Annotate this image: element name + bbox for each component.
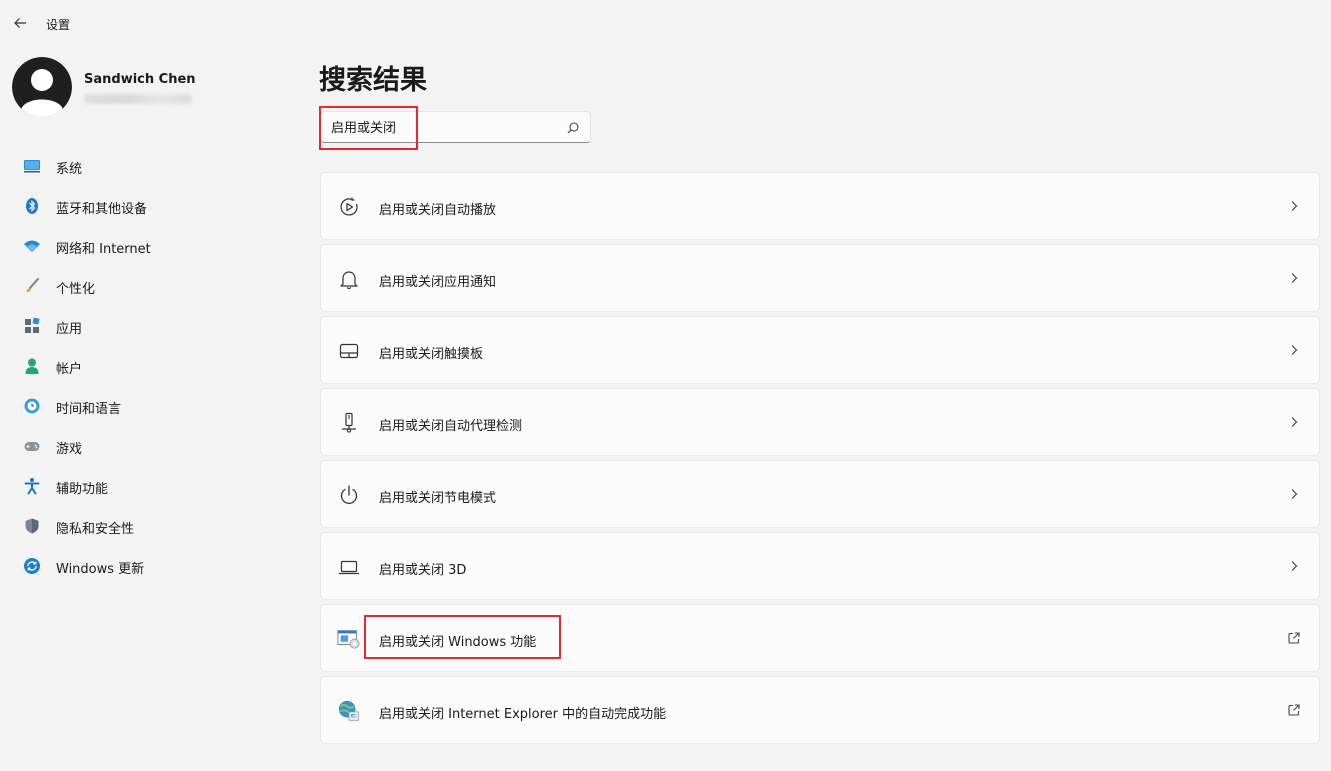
search-icon[interactable] — [566, 120, 580, 134]
result-item-app-notifications[interactable]: 启用或关闭应用通知 — [320, 244, 1320, 312]
title-bar: 设置 — [0, 0, 1331, 46]
sidebar-item-label: 蓝牙和其他设备 — [56, 202, 148, 217]
gamepad-icon — [23, 437, 41, 455]
search-box[interactable] — [320, 111, 591, 143]
avatar[interactable] — [12, 57, 72, 117]
search-input[interactable] — [331, 119, 551, 134]
sidebar-item-time-language[interactable]: 时间和语言 — [0, 386, 300, 426]
result-item-3d[interactable]: 启用或关闭 3D — [320, 532, 1320, 600]
sidebar-item-accessibility[interactable]: 辅助功能 — [0, 466, 300, 506]
result-item-touchpad[interactable]: 启用或关闭触摸板 — [320, 316, 1320, 384]
sidebar-item-label: 应用 — [56, 322, 83, 337]
result-item-ie-autocomplete[interactable]: 启用或关闭 Internet Explorer 中的自动完成功能 — [320, 676, 1320, 744]
bluetooth-icon — [23, 197, 41, 215]
result-label: 启用或关闭 3D — [379, 563, 467, 578]
result-label: 启用或关闭自动代理检测 — [379, 419, 523, 434]
result-item-windows-features[interactable]: 启用或关闭 Windows 功能 — [320, 604, 1320, 672]
sidebar-item-bluetooth[interactable]: 蓝牙和其他设备 — [0, 186, 300, 226]
account-icon — [23, 357, 41, 375]
globe-clock-icon — [23, 397, 41, 415]
user-name: Sandwich Chen — [84, 72, 196, 87]
sidebar-item-label: 时间和语言 — [56, 402, 122, 417]
sidebar-item-accounts[interactable]: 帐户 — [0, 346, 300, 386]
chevron-right-icon — [1287, 415, 1301, 429]
accessibility-icon — [23, 477, 41, 495]
power-icon — [337, 483, 361, 507]
sidebar-item-system[interactable]: 系统 — [0, 146, 300, 186]
result-label: 启用或关闭自动播放 — [379, 203, 497, 218]
sidebar-item-label: 个性化 — [56, 282, 96, 297]
sidebar-item-label: Windows 更新 — [56, 562, 145, 577]
back-arrow-icon — [14, 18, 26, 28]
external-link-icon — [1287, 703, 1301, 717]
autoplay-icon — [337, 195, 361, 219]
bell-icon — [337, 267, 361, 291]
sidebar-item-label: 辅助功能 — [56, 482, 109, 497]
internet-explorer-icon — [337, 699, 361, 723]
wifi-icon — [23, 237, 41, 255]
result-label: 启用或关闭节电模式 — [379, 491, 497, 506]
chevron-right-icon — [1287, 343, 1301, 357]
result-item-autoplay[interactable]: 启用或关闭自动播放 — [320, 172, 1320, 240]
sidebar-item-label: 系统 — [56, 162, 83, 177]
back-button[interactable] — [8, 10, 32, 36]
shield-icon — [23, 517, 41, 535]
touchpad-icon — [337, 339, 361, 363]
sidebar-item-network[interactable]: 网络和 Internet — [0, 226, 300, 266]
chevron-right-icon — [1287, 271, 1301, 285]
result-label: 启用或关闭应用通知 — [379, 275, 497, 290]
result-label: 启用或关闭 Internet Explorer 中的自动完成功能 — [379, 707, 667, 722]
update-icon — [23, 557, 41, 575]
page-title: 搜索结果 — [319, 65, 427, 96]
app-title: 设置 — [46, 18, 71, 32]
user-email-redacted — [84, 94, 192, 104]
user-avatar-icon — [12, 57, 72, 117]
sidebar-nav: 系统 蓝牙和其他设备 网络和 Internet 个性化 应用 帐户 时间和语言 … — [0, 146, 300, 586]
external-link-icon — [1287, 631, 1301, 645]
sidebar-item-label: 网络和 Internet — [56, 242, 151, 257]
chevron-right-icon — [1287, 559, 1301, 573]
settings-window: 设置 Sandwich Chen 系统 蓝牙和其他设备 网络和 Internet… — [0, 0, 1331, 771]
result-item-auto-proxy-detection[interactable]: 启用或关闭自动代理检测 — [320, 388, 1320, 456]
proxy-icon — [337, 411, 361, 435]
sidebar-item-label: 游戏 — [56, 442, 83, 457]
result-label: 启用或关闭触摸板 — [379, 347, 484, 362]
sidebar-item-label: 帐户 — [56, 362, 83, 377]
sidebar-item-privacy-security[interactable]: 隐私和安全性 — [0, 506, 300, 546]
result-label: 启用或关闭 Windows 功能 — [379, 635, 537, 650]
sidebar-item-windows-update[interactable]: Windows 更新 — [0, 546, 300, 586]
apps-icon — [23, 317, 41, 335]
brush-icon — [23, 277, 41, 295]
chevron-right-icon — [1287, 199, 1301, 213]
search-results-list: 启用或关闭自动播放 启用或关闭应用通知 启用或关闭触摸板 启用或关闭自动代理检测… — [320, 172, 1320, 748]
system-icon — [23, 157, 41, 175]
windows-features-icon — [337, 627, 361, 651]
sidebar-item-gaming[interactable]: 游戏 — [0, 426, 300, 466]
sidebar-item-personalization[interactable]: 个性化 — [0, 266, 300, 306]
sidebar-item-label: 隐私和安全性 — [56, 522, 135, 537]
sidebar-item-apps[interactable]: 应用 — [0, 306, 300, 346]
chevron-right-icon — [1287, 487, 1301, 501]
result-item-battery-saver[interactable]: 启用或关闭节电模式 — [320, 460, 1320, 528]
laptop-icon — [337, 555, 361, 579]
